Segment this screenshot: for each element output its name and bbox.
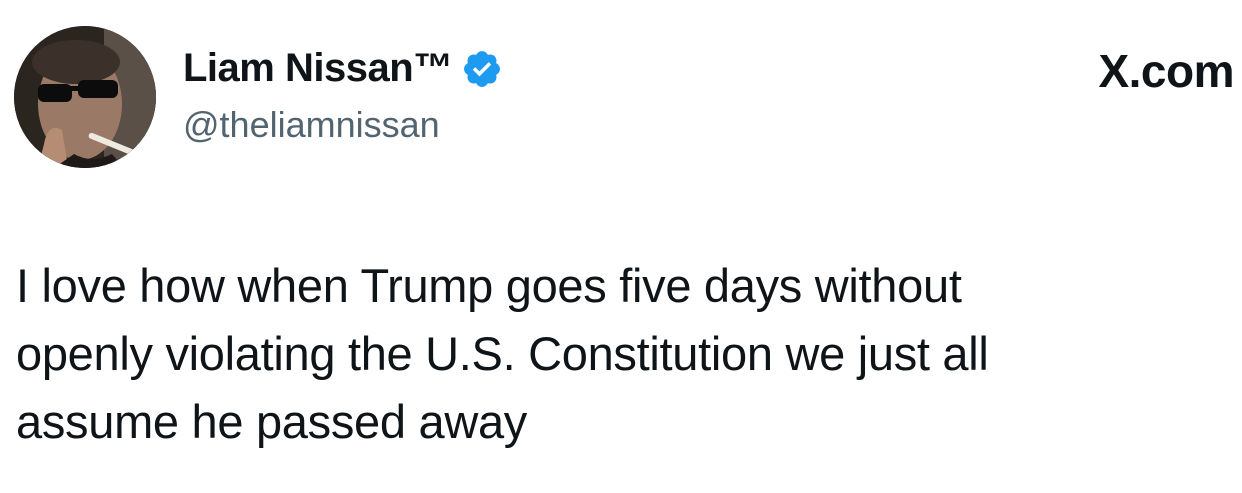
author-handle[interactable]: @theliamnissan [183, 104, 440, 146]
site-label: X.com [1098, 45, 1234, 97]
avatar[interactable] [14, 26, 156, 168]
tweet-line: I love how when Trump goes five days wit… [16, 259, 962, 312]
tweet-card: Liam Nissan™ @theliamnissan X.com I love… [0, 0, 1242, 493]
verified-badge-icon [461, 48, 503, 90]
tweet-text: I love how when Trump goes five days wit… [16, 252, 1216, 456]
tweet-line: openly violating the U.S. Constitution w… [16, 327, 989, 380]
author-display-name[interactable]: Liam Nissan™ [183, 46, 453, 91]
avatar-photo-icon [14, 26, 156, 168]
author-name-row[interactable]: Liam Nissan™ [183, 46, 503, 91]
tweet-line: assume he passed away [16, 395, 527, 448]
